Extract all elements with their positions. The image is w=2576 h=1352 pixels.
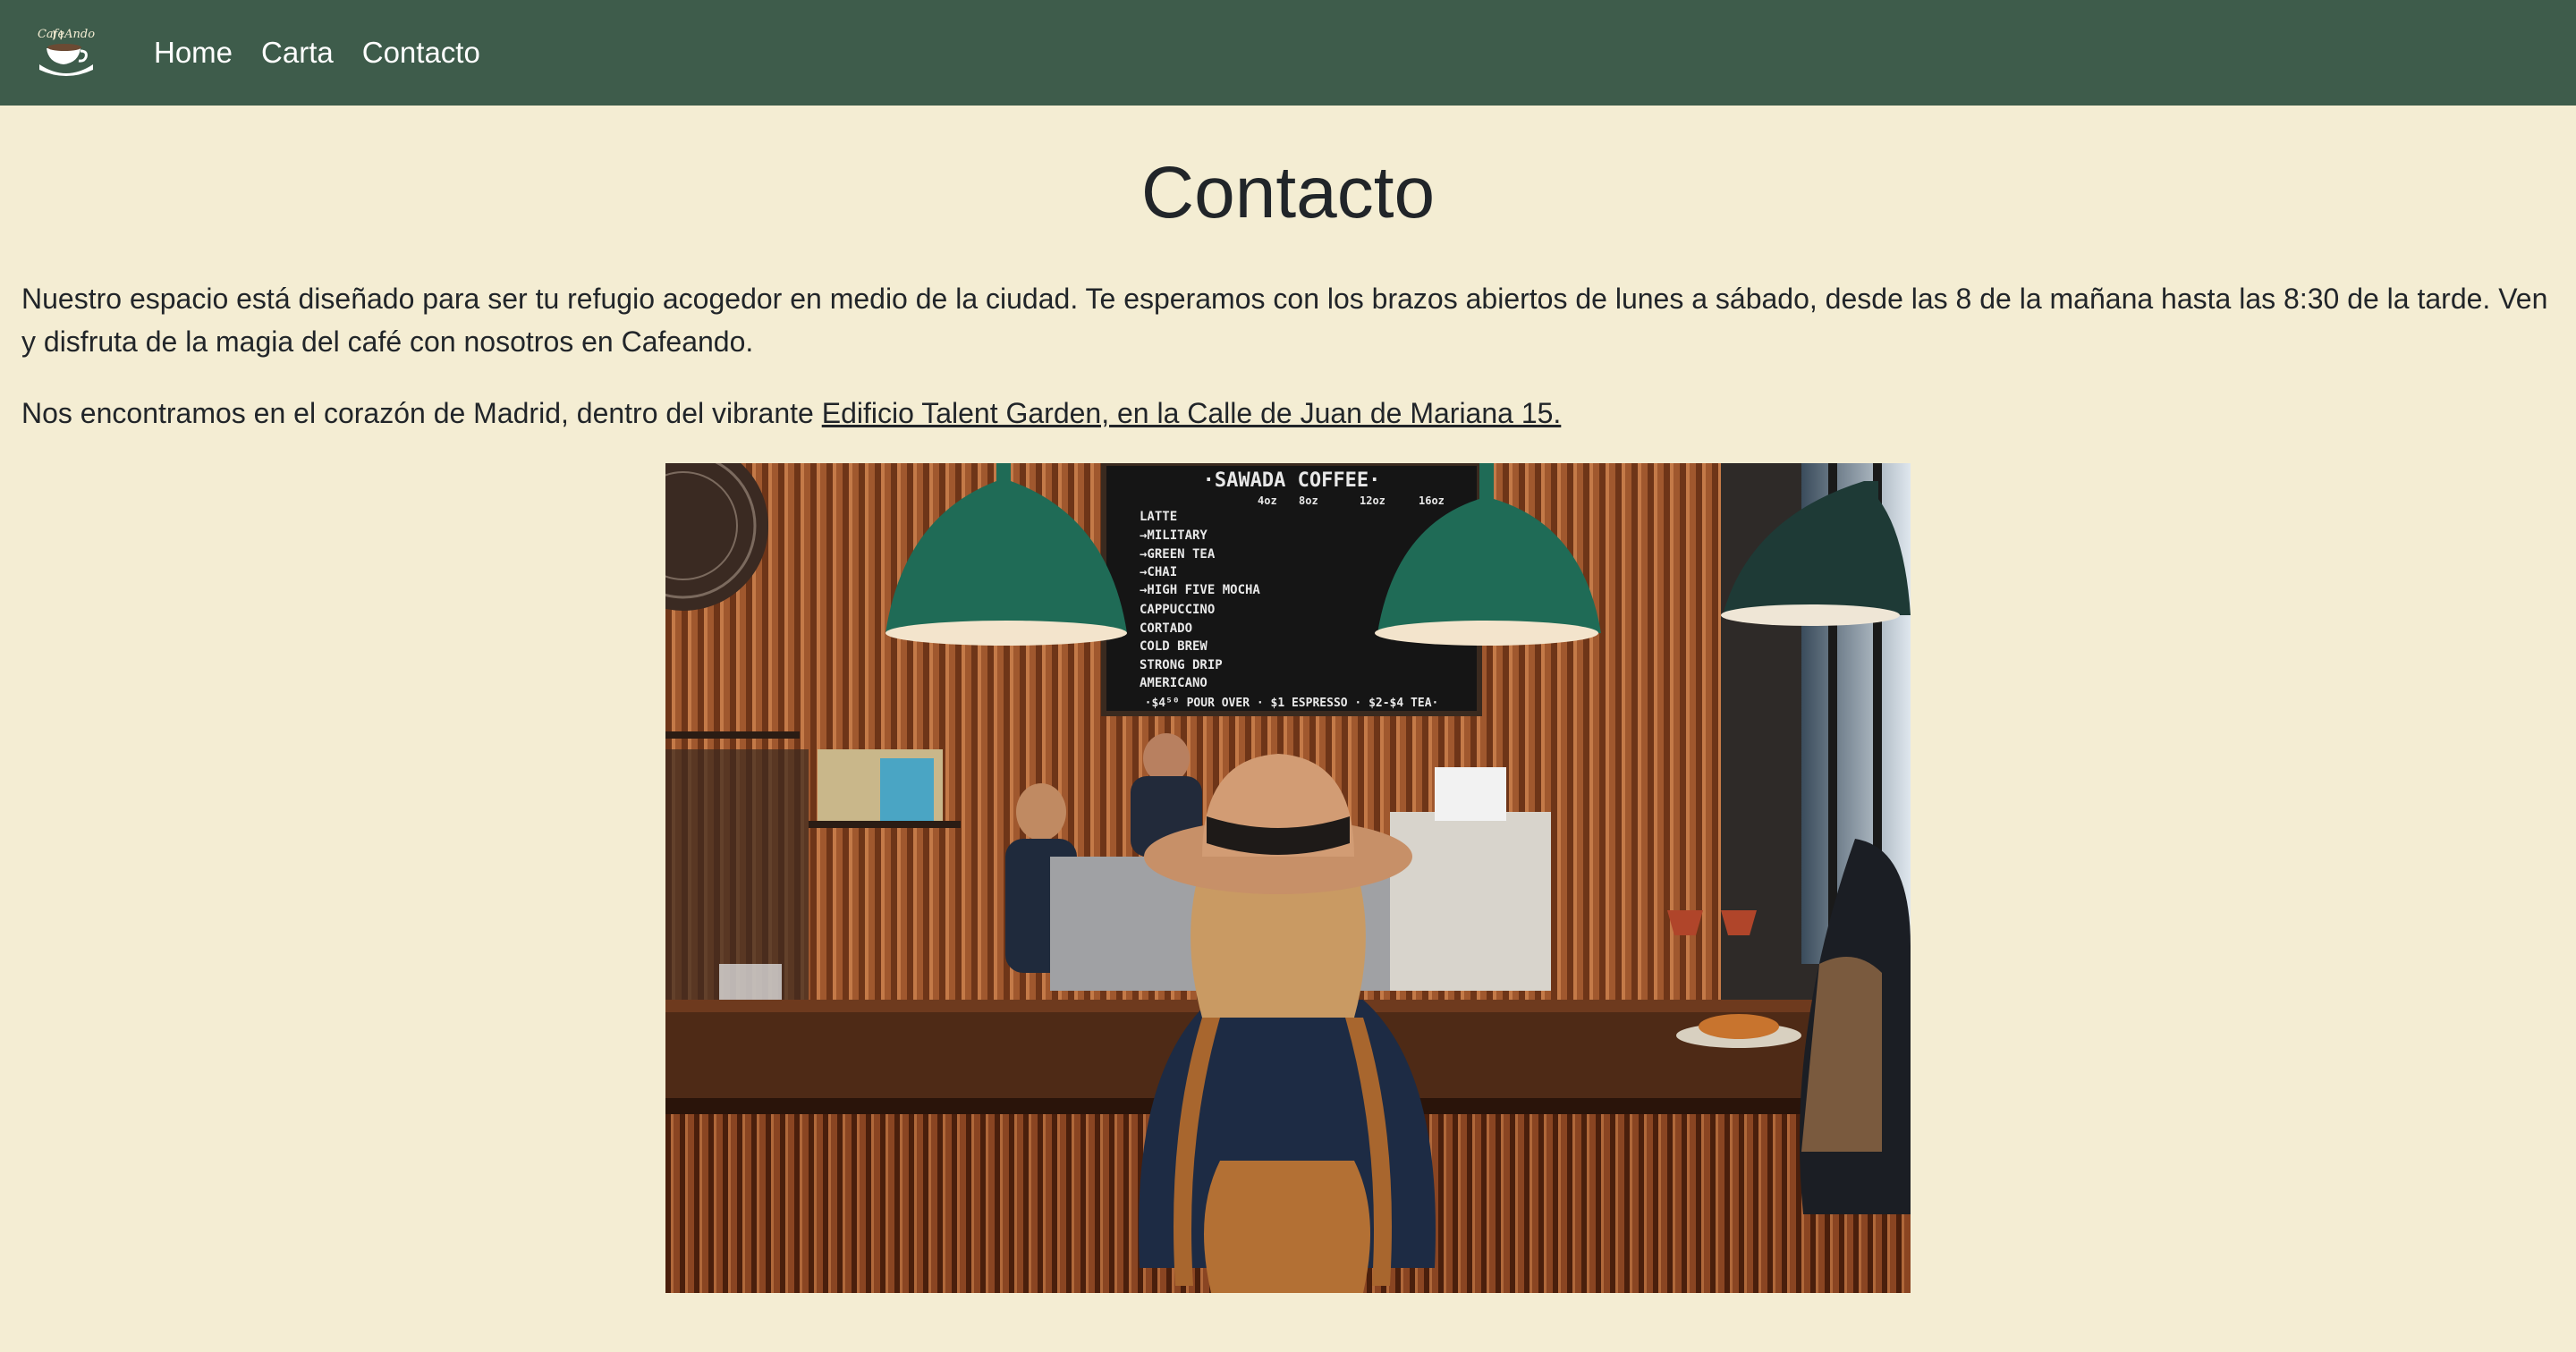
cafe-interior-photo: ·SAWADA COFFEE· 4oz 8oz 12oz 16oz LATTE … (665, 463, 1911, 1293)
nav-link-home[interactable]: Home (154, 36, 233, 70)
location-text: Nos encontramos en el corazón de Madrid,… (21, 397, 822, 429)
menu-item: →HIGH FIVE MOCHA (1140, 583, 1260, 597)
menu-item: LATTE (1140, 510, 1177, 524)
navbar: CafeAndo Home Carta Contacto (0, 0, 2576, 106)
menu-board-header: ·SAWADA COFFEE· (1203, 469, 1381, 492)
menu-item: →CHAI (1140, 565, 1177, 579)
menu-item: STRONG DRIP (1140, 658, 1223, 672)
location-paragraph: Nos encontramos en el corazón de Madrid,… (21, 392, 2562, 435)
address-link[interactable]: Edificio Talent Garden, en la Calle de J… (822, 397, 1562, 429)
logo-text: CafeAndo (38, 28, 95, 41)
nav-link-contacto[interactable]: Contacto (362, 36, 480, 70)
menu-item: →GREEN TEA (1140, 547, 1216, 562)
menu-size-16oz: 16oz (1419, 494, 1445, 507)
menu-size-12oz: 12oz (1360, 494, 1385, 507)
nav-links: Home Carta Contacto (154, 0, 480, 106)
menu-item: COLD BREW (1140, 639, 1208, 654)
coffee-cup-logo-icon[interactable]: CafeAndo (34, 18, 98, 82)
menu-item: →MILITARY (1140, 528, 1208, 543)
menu-size-8oz: 8oz (1299, 494, 1318, 507)
menu-item: CORTADO (1140, 621, 1192, 636)
menu-board-footer: ·$4⁵⁰ POUR OVER · $1 ESPRESSO · $2-$4 TE… (1145, 697, 1439, 710)
menu-item: CAPPUCCINO (1140, 603, 1215, 617)
menu-size-4oz: 4oz (1258, 494, 1277, 507)
page-title: Contacto (1140, 152, 1436, 233)
menu-item: AMERICANO (1140, 676, 1208, 690)
nav-link-carta[interactable]: Carta (261, 36, 334, 70)
intro-paragraph: Nuestro espacio está diseñado para ser t… (21, 283, 2548, 358)
cafe-photo-illustration: ·SAWADA COFFEE· 4oz 8oz 12oz 16oz LATTE … (665, 463, 1911, 1293)
